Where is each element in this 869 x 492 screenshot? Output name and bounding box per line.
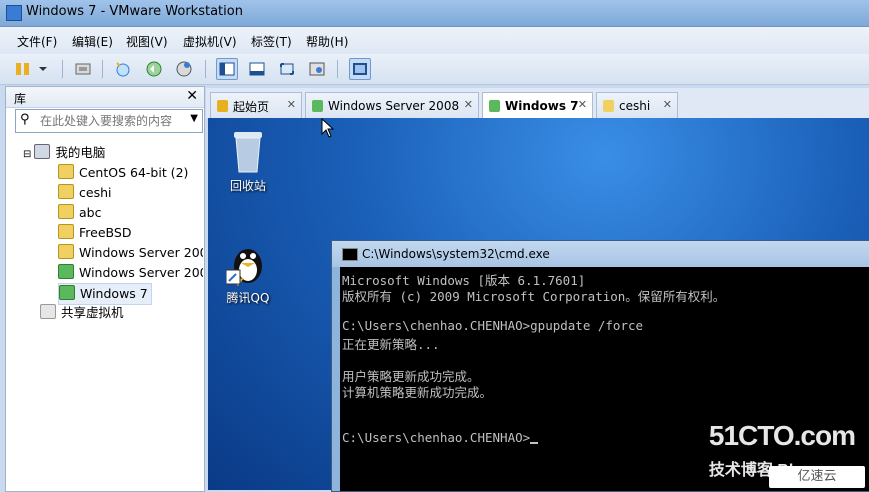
vm-running-icon — [312, 100, 323, 112]
watermark: 51CTO.com 技术博客 Blog — [708, 420, 856, 479]
vm-icon — [58, 204, 74, 219]
revert-snapshot-icon[interactable] — [143, 58, 165, 80]
tree-item-selected[interactable]: Windows 7 — [58, 283, 152, 305]
vmware-app-icon — [6, 5, 22, 21]
tab-ceshi[interactable]: ceshi ✕ — [596, 92, 678, 119]
vm-running-icon — [58, 264, 74, 279]
close-icon[interactable]: ✕ — [287, 98, 296, 111]
menu-bar: 文件(F) 编辑(E) 视图(V) 虚拟机(V) 标签(T) 帮助(H) — [0, 27, 869, 54]
console-line: 版权所有 (c) 2009 Microsoft Corporation。保留所有… — [342, 289, 726, 304]
chevron-down-icon[interactable] — [32, 58, 54, 80]
mouse-cursor-icon — [321, 117, 335, 141]
close-icon[interactable]: ✕ — [578, 98, 587, 111]
tree-item[interactable]: abc — [58, 203, 101, 223]
console-view-icon[interactable] — [349, 58, 371, 80]
snapshot-manager-icon[interactable] — [173, 58, 195, 80]
vm-icon — [58, 184, 74, 199]
close-icon[interactable]: ✕ — [663, 98, 672, 111]
menu-file[interactable]: 文件(F) — [17, 33, 57, 50]
tree-item[interactable]: CentOS 64-bit (2) — [58, 163, 188, 183]
thumbnail-bar-icon[interactable] — [246, 58, 268, 80]
chevron-down-icon[interactable]: ▼ — [190, 113, 198, 124]
vm-icon — [58, 224, 74, 239]
title-bar: Windows 7 - VMware Workstation — [0, 0, 869, 27]
menu-tabs[interactable]: 标签(T) — [251, 33, 292, 50]
cmd-window[interactable]: C:\Windows\system32\cmd.exe Microsoft Wi… — [331, 240, 869, 492]
shared-vm-icon — [40, 304, 56, 319]
vm-running-icon — [59, 285, 75, 300]
tree-item[interactable]: Windows Server 200 — [58, 243, 203, 263]
tree-item[interactable]: FreeBSD — [58, 223, 131, 243]
console-line: 正在更新策略... — [342, 337, 440, 352]
qq-penguin-icon — [225, 249, 262, 286]
search-icon: ⚲ — [20, 112, 30, 127]
console-prompt: C:\Users\chenhao.CHENHAO> — [342, 430, 539, 445]
desktop-icon-label: 腾讯QQ — [226, 291, 270, 305]
cmd-icon — [342, 248, 358, 261]
pause-icon[interactable] — [12, 58, 34, 80]
text-cursor — [530, 442, 539, 444]
cmd-title: C:\Windows\system32\cmd.exe — [362, 247, 550, 261]
unity-icon[interactable] — [306, 58, 328, 80]
console-line: C:\Users\chenhao.CHENHAO>gpupdate /force — [342, 318, 644, 333]
close-icon[interactable]: ✕ — [186, 88, 198, 104]
collapse-icon[interactable]: ⊟ — [23, 149, 31, 160]
vm-running-icon — [489, 100, 500, 112]
menu-edit[interactable]: 编辑(E) — [72, 33, 113, 50]
desktop-icon-label: 回收站 — [229, 179, 266, 193]
home-icon — [217, 100, 228, 112]
watermark-main: 51CTO.com — [708, 420, 856, 451]
tab-home[interactable]: 起始页 ✕ — [210, 92, 302, 119]
tree-shared[interactable]: 共享虚拟机 — [40, 303, 124, 323]
tab-windows-7[interactable]: Windows 7 ✕ — [482, 92, 593, 119]
computer-icon — [34, 144, 51, 159]
window-title: Windows 7 - VMware Workstation — [26, 4, 243, 19]
show-library-icon[interactable] — [216, 58, 238, 80]
search-input[interactable] — [38, 112, 182, 130]
tab-windows-server-2008[interactable]: Windows Server 2008 ✕ — [305, 92, 479, 119]
console-line: 计算机策略更新成功完成。 — [342, 385, 493, 400]
tree-root[interactable]: ⊟ 我的电脑 — [23, 143, 105, 163]
snapshot-icon[interactable] — [112, 58, 134, 80]
recycle-bin-icon — [234, 132, 262, 173]
vm-icon — [603, 100, 614, 112]
library-search[interactable]: ⚲ ▼ — [15, 109, 203, 133]
watermark-logo: 亿速云 — [769, 466, 865, 488]
cmd-title-bar[interactable]: C:\Windows\system32\cmd.exe — [332, 241, 869, 267]
vm-icon — [58, 244, 74, 259]
menu-help[interactable]: 帮助(H) — [306, 33, 348, 50]
toolbar — [0, 54, 869, 85]
library-header: 库 ✕ — [6, 87, 204, 108]
tab-bar: 起始页 ✕ Windows Server 2008 ✕ Windows 7 ✕ … — [206, 88, 869, 119]
tree-root-label: 我的电脑 — [55, 145, 106, 160]
full-screen-icon[interactable] — [276, 58, 298, 80]
close-icon[interactable]: ✕ — [464, 98, 473, 111]
tree-item[interactable]: Windows Server 200 — [58, 263, 203, 283]
library-panel: 库 ✕ ⚲ ▼ ⊟ 我的电脑 CentOS 64-bit (2) ceshi ab… — [5, 86, 205, 492]
desktop-icon-qq[interactable]: 腾讯QQ — [218, 236, 278, 306]
vm-icon — [58, 164, 74, 179]
menu-vm[interactable]: 虚拟机(V) — [183, 33, 237, 50]
library-title: 库 — [14, 92, 27, 106]
desktop-icon-recycle-bin[interactable]: 回收站 — [218, 126, 278, 194]
send-ctrl-alt-del-icon[interactable] — [72, 58, 94, 80]
menu-view[interactable]: 视图(V) — [126, 33, 168, 50]
tree-item[interactable]: ceshi — [58, 183, 111, 203]
